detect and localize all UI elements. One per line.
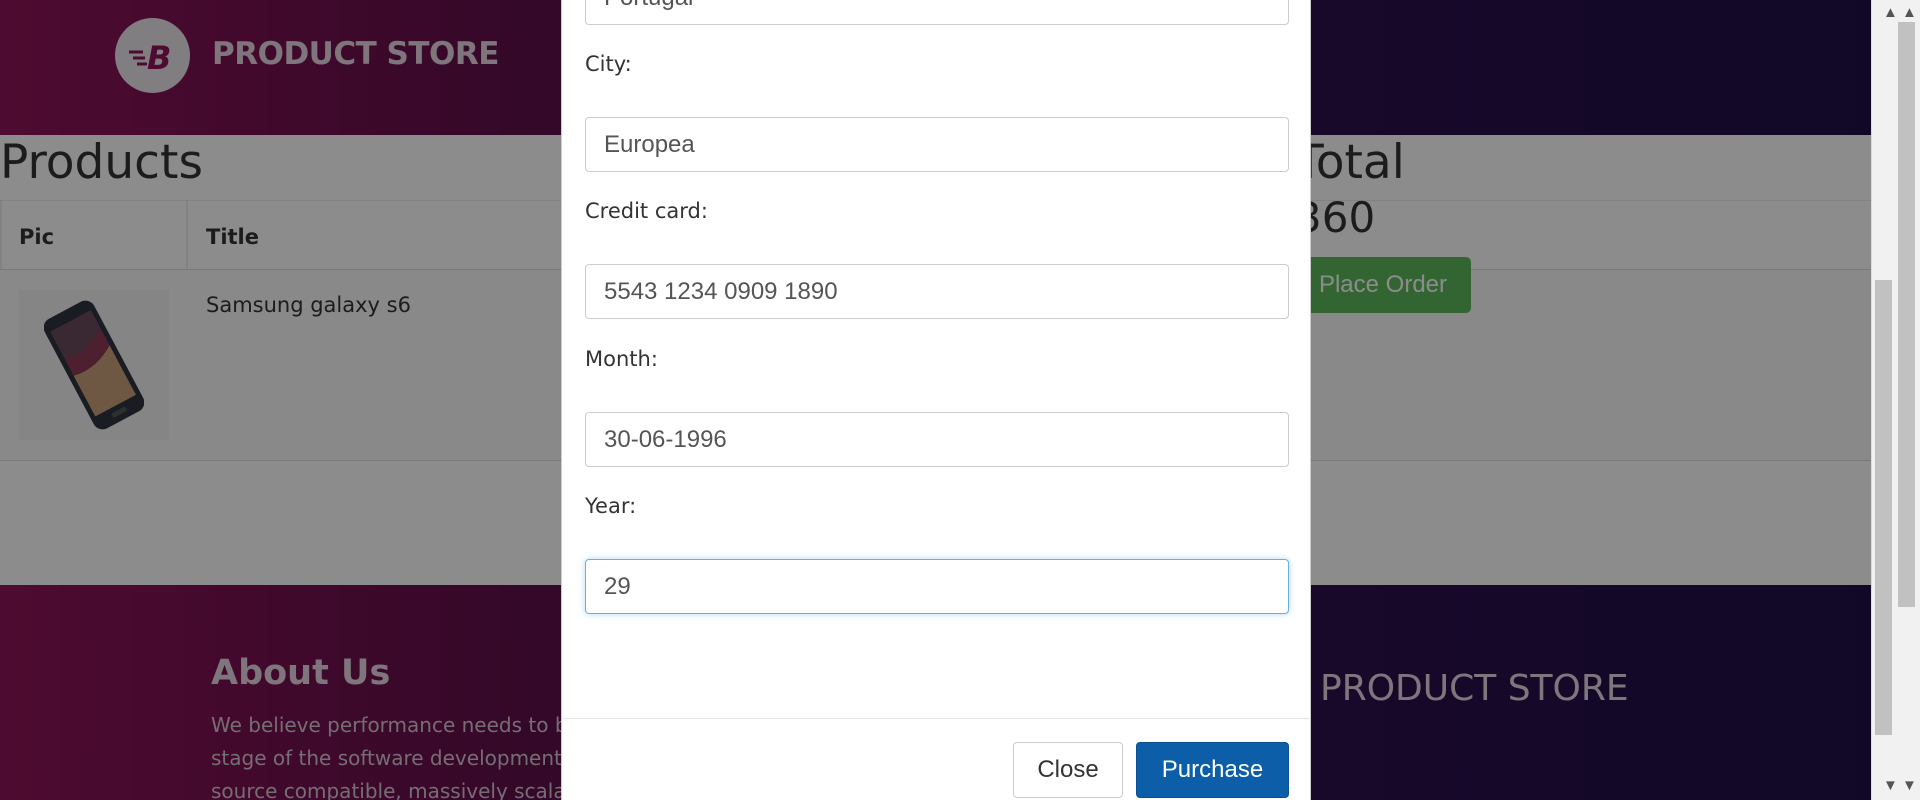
scrollbar-thumb[interactable] [1898,22,1915,607]
scroll-up-arrow-icon[interactable]: ▲ [1883,4,1898,21]
purchase-button[interactable]: Purchase [1136,742,1289,798]
scrollbar[interactable]: ▲ ▼ ▲ ▼ [1871,0,1920,800]
scrollbar-thumb[interactable] [1875,280,1892,735]
close-button[interactable]: Close [1013,742,1123,798]
place-order-modal: City: Credit card: Month: Year: Close Pu… [561,0,1311,800]
credit-card-label: Credit card: [585,199,708,223]
modal-footer-divider [562,718,1310,719]
scroll-down-arrow-icon[interactable]: ▼ [1902,777,1917,794]
year-field[interactable] [585,559,1289,614]
month-label: Month: [585,347,658,371]
scrollbar-divider [1871,0,1872,800]
country-field[interactable] [585,0,1289,25]
month-field[interactable] [585,412,1289,467]
scroll-up-arrow-icon[interactable]: ▲ [1902,4,1917,21]
year-label: Year: [585,494,637,518]
city-field[interactable] [585,117,1289,172]
credit-card-field[interactable] [585,264,1289,319]
scroll-down-arrow-icon[interactable]: ▼ [1883,777,1898,794]
city-label: City: [585,52,632,76]
